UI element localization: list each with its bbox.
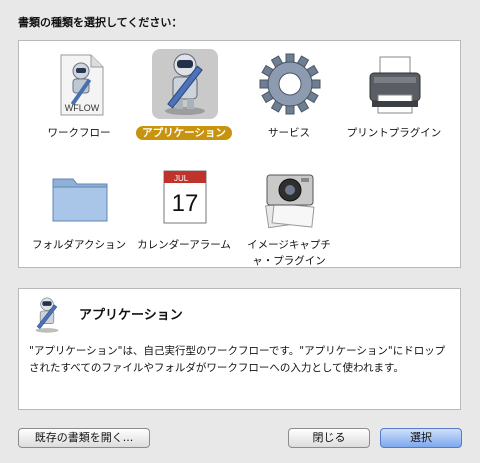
doc-type-application[interactable]: アプリケーション: [132, 47, 236, 157]
calendar-icon: JUL 17: [152, 161, 218, 231]
workflow-file-icon: WFLOW: [47, 49, 113, 119]
description-panel: アプリケーション "アプリケーション"は、自己実行型のワークフローです。"アプリ…: [18, 288, 461, 410]
automator-robot-icon: [152, 49, 218, 119]
close-button[interactable]: 閉じる: [288, 428, 370, 448]
workflow-icon-text: WFLOW: [65, 103, 100, 113]
open-existing-document-button[interactable]: 既存の書類を開く...: [18, 428, 150, 448]
document-type-prompt: 書類の種類を選択してください：: [18, 16, 183, 29]
doc-type-label: ワークフロー: [47, 127, 111, 139]
choose-button[interactable]: 選択: [380, 428, 462, 448]
doc-type-label: アプリケーション: [136, 126, 232, 140]
doc-type-folder-action[interactable]: フォルダアクション: [27, 159, 131, 269]
doc-type-print-plugin[interactable]: プリントプラグイン: [342, 47, 446, 157]
doc-type-workflow[interactable]: WFLOW ワークフロー: [27, 47, 131, 157]
doc-type-label: カレンダーアラーム: [137, 239, 231, 251]
doc-type-calendar-alarm[interactable]: JUL 17 カレンダーアラーム: [132, 159, 236, 269]
doc-type-label: サービス: [268, 127, 310, 139]
doc-type-label: プリントプラグイン: [346, 127, 442, 139]
calendar-day-text: 17: [172, 190, 199, 217]
doc-type-label: イメージキャプチャ・プラグイン: [247, 239, 331, 267]
automator-robot-icon: [27, 295, 67, 335]
folder-icon: [47, 161, 113, 231]
description-title: アプリケーション: [79, 308, 183, 323]
printer-icon: [362, 49, 428, 119]
gear-icon: [257, 49, 323, 119]
description-text: "アプリケーション"は、自己実行型のワークフローです。"アプリケーション"にドロ…: [29, 345, 446, 374]
calendar-month-text: JUL: [174, 174, 189, 183]
document-type-grid: WFLOW ワークフロー アプリケーション サービス プリントプラグイン フォル…: [18, 40, 461, 268]
camera-icon: [257, 161, 323, 231]
doc-type-label: フォルダアクション: [32, 239, 126, 251]
doc-type-image-capture-plugin[interactable]: イメージキャプチャ・プラグイン: [237, 159, 341, 269]
doc-type-service[interactable]: サービス: [237, 47, 341, 157]
